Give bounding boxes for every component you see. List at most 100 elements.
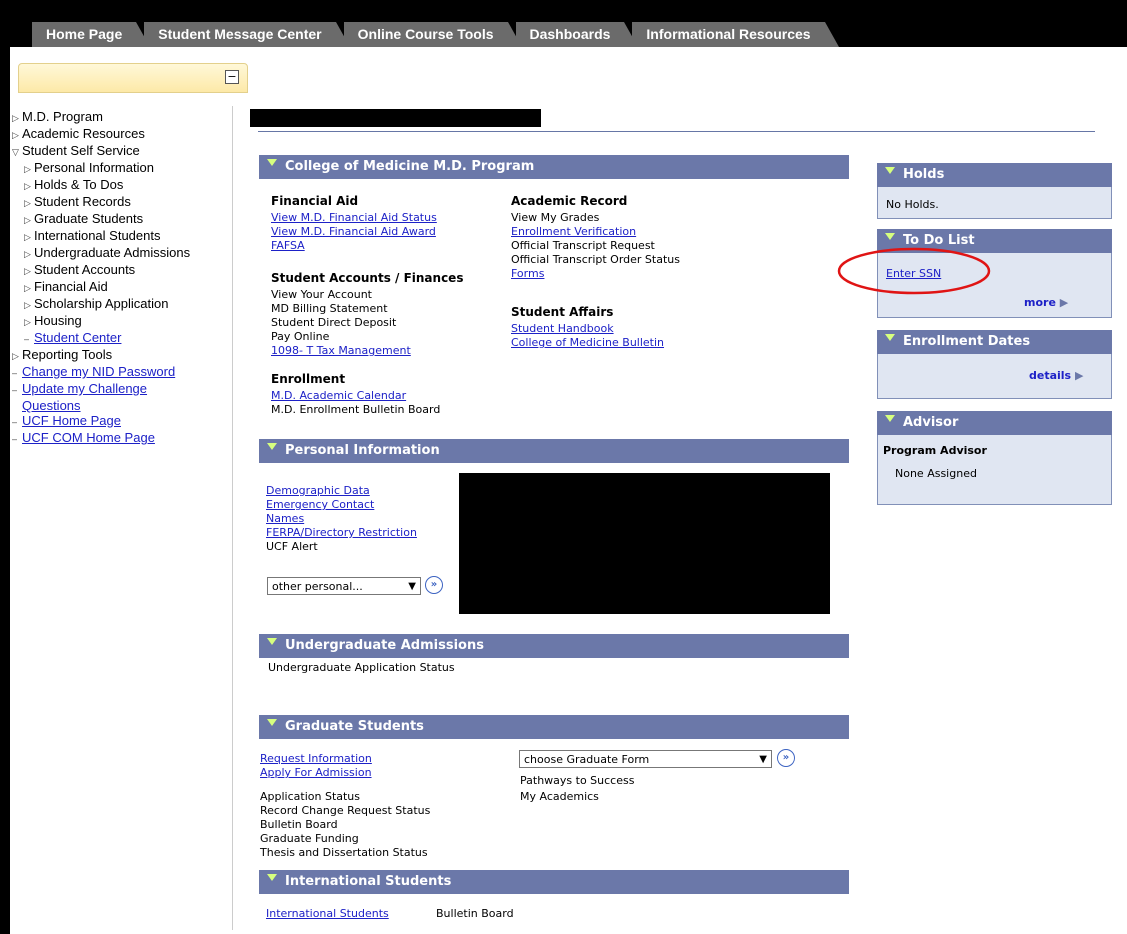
financial-aid-heading: Financial Aid	[271, 194, 359, 208]
go-button[interactable]: »	[777, 749, 795, 767]
link-demographic-data[interactable]: Demographic Data	[266, 484, 417, 498]
expand-triangle-icon: ▷	[24, 317, 31, 327]
details-label: details	[1029, 369, 1072, 382]
link-financial-aid-status[interactable]: View M.D. Financial Aid Status	[271, 211, 437, 225]
tab-informational-resources[interactable]: Informational Resources	[632, 22, 839, 47]
nav-item-change-my-nid-password[interactable]: – Change my NID Password	[12, 364, 190, 381]
nav-item-student-accounts[interactable]: ▷ Student Accounts	[12, 262, 190, 279]
pay-online: Pay Online	[271, 330, 330, 343]
link-forms[interactable]: Forms	[511, 267, 680, 281]
graduate-links: Request Information Apply For Admission	[260, 752, 372, 780]
nav-item-student-self-service[interactable]: ▽ Student Self Service	[12, 143, 190, 160]
nav-item-holds-to-dos[interactable]: ▷ Holds & To Dos	[12, 177, 190, 194]
holds-body: No Holds.	[877, 187, 1112, 219]
nav-item-label: Update my Challenge	[22, 381, 148, 396]
left-navigation: ▷ M.D. Program ▷ Academic Resources ▽ Student…	[12, 109, 190, 447]
nav-item-m-d-program[interactable]: ▷ M.D. Program	[12, 109, 190, 126]
nav-item-financial-aid[interactable]: ▷ Financial Aid	[12, 279, 190, 296]
enrollment-dates-header[interactable]: Enrollment Dates	[877, 330, 1112, 354]
link-enrollment-verification[interactable]: Enrollment Verification	[511, 225, 680, 239]
other-personal-select[interactable]: other personal... ▼	[267, 577, 421, 595]
nav-item-questions[interactable]: Questions	[12, 398, 190, 413]
undergrad-admissions-header[interactable]: Undergraduate Admissions	[259, 634, 849, 658]
collapse-triangle-icon	[267, 159, 277, 166]
md-program-header[interactable]: College of Medicine M.D. Program	[259, 155, 849, 179]
link-1098t-tax[interactable]: 1098- T Tax Management	[271, 344, 411, 358]
collapse-triangle-icon	[885, 233, 895, 240]
dash-icon: –	[12, 417, 18, 427]
nav-item-ucf-com-home-page[interactable]: – UCF COM Home Page	[12, 430, 190, 447]
international-students-header[interactable]: International Students	[259, 870, 849, 894]
link-names[interactable]: Names	[266, 512, 417, 526]
redacted-photo	[459, 473, 830, 614]
nav-item-student-center[interactable]: – Student Center	[12, 330, 190, 347]
advisor-body: Program Advisor None Assigned	[877, 435, 1112, 505]
link-fafsa[interactable]: FAFSA	[271, 239, 437, 253]
nav-item-label: Change my NID Password	[22, 364, 176, 379]
chevron-down-icon: ▼	[759, 754, 767, 765]
undergrad-app-status: Undergraduate Application Status	[268, 661, 455, 674]
expand-triangle-icon: ▷	[24, 300, 31, 310]
graduate-students-title: Graduate Students	[285, 719, 424, 734]
pathways-to-success: Pathways to Success	[520, 774, 635, 787]
nav-item-scholarship-application[interactable]: ▷ Scholarship Application	[12, 296, 190, 313]
expand-triangle-icon: ▷	[24, 181, 31, 191]
enrollment-dates-title: Enrollment Dates	[903, 334, 1031, 349]
nav-item-graduate-students[interactable]: ▷ Graduate Students	[12, 211, 190, 228]
nav-item-label: Holds & To Dos	[34, 177, 124, 192]
nav-item-update-my-challenge[interactable]: – Update my Challenge	[12, 381, 190, 398]
tab-strip: Home Page Student Message Center Online …	[32, 22, 839, 47]
expand-triangle-icon: ▷	[24, 232, 31, 242]
expand-triangle-icon: ▷	[24, 198, 31, 208]
graduate-form-select[interactable]: choose Graduate Form ▼	[519, 750, 772, 768]
official-transcript-order-status: Official Transcript Order Status	[511, 253, 680, 266]
student-direct-deposit: Student Direct Deposit	[271, 316, 397, 329]
advisor-title: Advisor	[903, 415, 959, 430]
nav-item-label: Undergraduate Admissions	[34, 245, 191, 260]
link-ferpa-restriction[interactable]: FERPA/Directory Restriction	[266, 526, 417, 540]
personal-information-header[interactable]: Personal Information	[259, 439, 849, 463]
tab-home-page[interactable]: Home Page	[32, 22, 151, 47]
nav-item-academic-resources[interactable]: ▷ Academic Resources	[12, 126, 190, 143]
link-com-bulletin[interactable]: College of Medicine Bulletin	[511, 336, 664, 350]
link-student-handbook[interactable]: Student Handbook	[511, 322, 664, 336]
nav-item-undergraduate-admissions[interactable]: ▷ Undergraduate Admissions	[12, 245, 190, 262]
minus-icon[interactable]: −	[225, 70, 239, 84]
collapse-triangle-icon	[885, 334, 895, 341]
student-affairs-links: Student Handbook College of Medicine Bul…	[511, 322, 664, 350]
international-students-title: International Students	[285, 874, 452, 889]
chevron-down-icon: ▼	[408, 581, 416, 592]
nav-item-ucf-home-page[interactable]: – UCF Home Page	[12, 413, 190, 430]
link-international-students[interactable]: International Students	[266, 907, 389, 921]
nav-item-label: UCF COM Home Page	[22, 430, 155, 445]
details-link[interactable]: details ▶	[1029, 369, 1083, 383]
dash-icon: –	[24, 334, 30, 344]
nav-item-personal-information[interactable]: ▷ Personal Information	[12, 160, 190, 177]
graduate-students-header[interactable]: Graduate Students	[259, 715, 849, 739]
tab-student-message-center[interactable]: Student Message Center	[144, 22, 351, 47]
holds-header[interactable]: Holds	[877, 163, 1112, 187]
academic-record-items: View My Grades Enrollment Verification O…	[511, 211, 680, 281]
link-apply-for-admission[interactable]: Apply For Admission	[260, 766, 372, 780]
link-financial-aid-award[interactable]: View M.D. Financial Aid Award	[271, 225, 437, 239]
academic-record-heading: Academic Record	[511, 194, 628, 208]
tab-dashboards[interactable]: Dashboards	[515, 22, 639, 47]
collapse-triangle-icon: ▽	[12, 147, 19, 157]
menu-header: −	[18, 63, 248, 93]
link-request-information[interactable]: Request Information	[260, 752, 372, 766]
more-link[interactable]: more ▶	[1024, 296, 1068, 310]
go-button[interactable]: »	[425, 576, 443, 594]
nav-item-housing[interactable]: ▷ Housing	[12, 313, 190, 330]
nav-item-student-records[interactable]: ▷ Student Records	[12, 194, 190, 211]
link-emergency-contact[interactable]: Emergency Contact	[266, 498, 417, 512]
graduate-form-value: choose Graduate Form	[524, 753, 650, 766]
nav-item-reporting-tools[interactable]: ▷ Reporting Tools	[12, 347, 190, 364]
other-personal-value: other personal...	[272, 580, 363, 593]
nav-item-international-students[interactable]: ▷ International Students	[12, 228, 190, 245]
view-my-grades: View My Grades	[511, 211, 600, 224]
md-enrollment-bulletin-board: M.D. Enrollment Bulletin Board	[271, 403, 441, 416]
financial-aid-links: View M.D. Financial Aid Status View M.D.…	[271, 211, 437, 253]
tab-online-course-tools[interactable]: Online Course Tools	[343, 22, 522, 47]
link-md-academic-calendar[interactable]: M.D. Academic Calendar	[271, 389, 440, 403]
advisor-header[interactable]: Advisor	[877, 411, 1112, 435]
